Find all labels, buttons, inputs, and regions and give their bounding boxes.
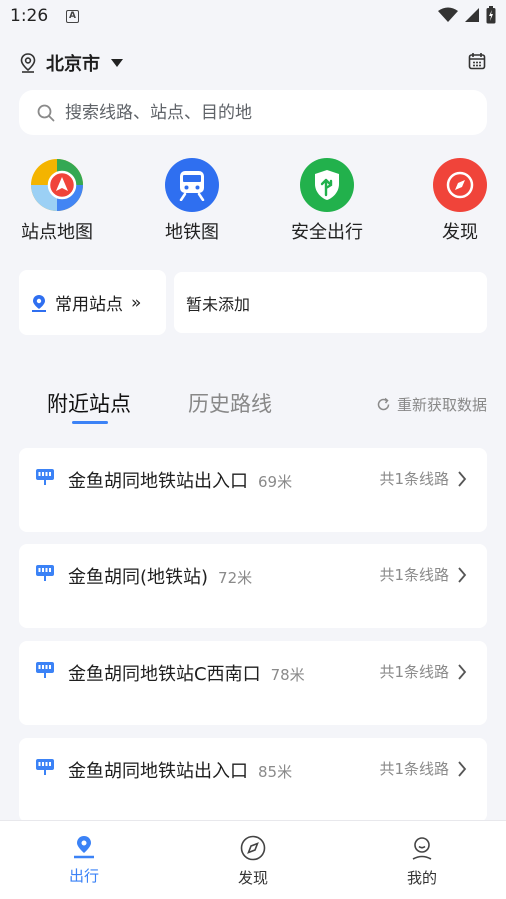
tab-nearby-stations[interactable]: 附近站点: [47, 388, 131, 418]
quick-subway-map[interactable]: 地铁图: [147, 158, 237, 244]
compass-icon: [433, 158, 487, 212]
bus-stop-icon: [36, 565, 54, 581]
quick-actions: 站点地图 地铁图 安全出行 发现: [0, 158, 506, 248]
tab-history-routes[interactable]: 历史路线: [188, 388, 272, 418]
bus-stop-icon: [36, 469, 54, 485]
chevron-right-icon: [458, 470, 467, 487]
station-distance: 85米: [258, 763, 293, 781]
tab-active-indicator: [72, 421, 108, 424]
bottom-navigation: 出行 发现 我的: [0, 820, 506, 899]
station-lines[interactable]: 共1条线路: [379, 468, 467, 489]
nav-label: 发现: [237, 869, 268, 887]
quick-station-map[interactable]: 站点地图: [12, 158, 102, 244]
location-pin-icon: [32, 294, 46, 312]
station-name: 金鱼胡同地铁站C西南口: [68, 664, 261, 685]
cellular-signal-icon: [465, 8, 479, 22]
bus-stop-icon: [36, 662, 54, 678]
search-input[interactable]: [65, 102, 445, 123]
station-name-row: 金鱼胡同(地铁站) 72米: [68, 563, 252, 589]
safety-shield-icon: [300, 158, 354, 212]
chevron-right-icon: [458, 663, 467, 680]
station-distance: 72米: [218, 569, 253, 587]
status-icons: [438, 6, 496, 24]
station-tabs: 附近站点 历史路线 重新获取数据: [0, 388, 506, 428]
travel-icon: [74, 836, 94, 859]
quick-label: 站点地图: [21, 222, 93, 243]
station-distance: 69米: [258, 473, 293, 491]
station-lines-count: 共1条线路: [379, 663, 449, 681]
station-name-row: 金鱼胡同地铁站C西南口 78米: [68, 660, 305, 686]
favorites-title: 常用站点: [55, 295, 123, 315]
station-lines-count: 共1条线路: [379, 470, 449, 488]
search-bar[interactable]: [19, 90, 487, 135]
quick-safety[interactable]: 安全出行: [282, 158, 372, 244]
status-bar: 1:26 A: [0, 0, 506, 36]
station-card[interactable]: 金鱼胡同(地铁站) 72米 共1条线路: [19, 544, 487, 628]
quick-discover[interactable]: 发现: [415, 158, 505, 244]
station-name: 金鱼胡同(地铁站): [68, 567, 209, 588]
bus-stop-icon: [36, 759, 54, 775]
wifi-icon: [438, 7, 458, 22]
subway-icon: [165, 158, 219, 212]
nav-profile[interactable]: 我的: [382, 835, 462, 888]
station-name-row: 金鱼胡同地铁站出入口 69米: [68, 467, 292, 493]
station-lines[interactable]: 共1条线路: [379, 661, 467, 682]
station-name: 金鱼胡同地铁站出入口: [68, 761, 248, 782]
nav-label: 我的: [406, 869, 437, 887]
favorites-empty-text: 暂未添加: [186, 294, 251, 314]
refresh-button[interactable]: 重新获取数据: [376, 394, 487, 415]
location-pin-icon: [20, 53, 36, 73]
station-name-row: 金鱼胡同地铁站出入口 85米: [68, 757, 292, 783]
quick-label: 地铁图: [165, 222, 219, 243]
chevron-double-right-icon: »: [131, 292, 142, 313]
station-lines-count: 共1条线路: [379, 566, 449, 584]
station-card[interactable]: 金鱼胡同地铁站出入口 69米 共1条线路: [19, 448, 487, 532]
quick-label: 发现: [442, 222, 478, 243]
profile-icon: [412, 837, 432, 860]
nav-travel[interactable]: 出行: [44, 835, 124, 886]
calendar-icon: [468, 53, 486, 70]
status-time: 1:26: [10, 6, 49, 26]
battery-charging-icon: [486, 6, 496, 24]
favorites-empty-panel: 暂未添加: [174, 272, 487, 333]
station-map-icon: [30, 158, 84, 212]
refresh-label: 重新获取数据: [396, 396, 487, 414]
accessibility-notification-icon: A: [66, 10, 79, 23]
station-card[interactable]: 金鱼胡同地铁站C西南口 78米 共1条线路: [19, 641, 487, 725]
station-card[interactable]: 金鱼胡同地铁站出入口 85米 共1条线路: [19, 738, 487, 822]
nav-label: 出行: [68, 867, 99, 885]
quick-label: 安全出行: [291, 222, 363, 243]
caret-down-icon: [111, 59, 123, 67]
refresh-icon: [377, 397, 390, 411]
city-name: 北京市: [46, 54, 100, 75]
top-bar: 北京市: [0, 44, 506, 80]
station-lines-count: 共1条线路: [379, 760, 449, 778]
station-distance: 78米: [270, 666, 305, 684]
chevron-right-icon: [458, 760, 467, 777]
favorite-stations-button[interactable]: 常用站点 »: [19, 270, 166, 335]
nav-discover[interactable]: 发现: [213, 835, 293, 888]
station-name: 金鱼胡同地铁站出入口: [68, 471, 248, 492]
station-lines[interactable]: 共1条线路: [379, 564, 467, 585]
compass-icon: [240, 835, 266, 861]
station-lines[interactable]: 共1条线路: [379, 758, 467, 779]
city-selector[interactable]: 北京市: [20, 50, 124, 76]
chevron-right-icon: [458, 566, 467, 583]
search-icon: [37, 104, 55, 121]
calendar-button[interactable]: [468, 52, 486, 74]
